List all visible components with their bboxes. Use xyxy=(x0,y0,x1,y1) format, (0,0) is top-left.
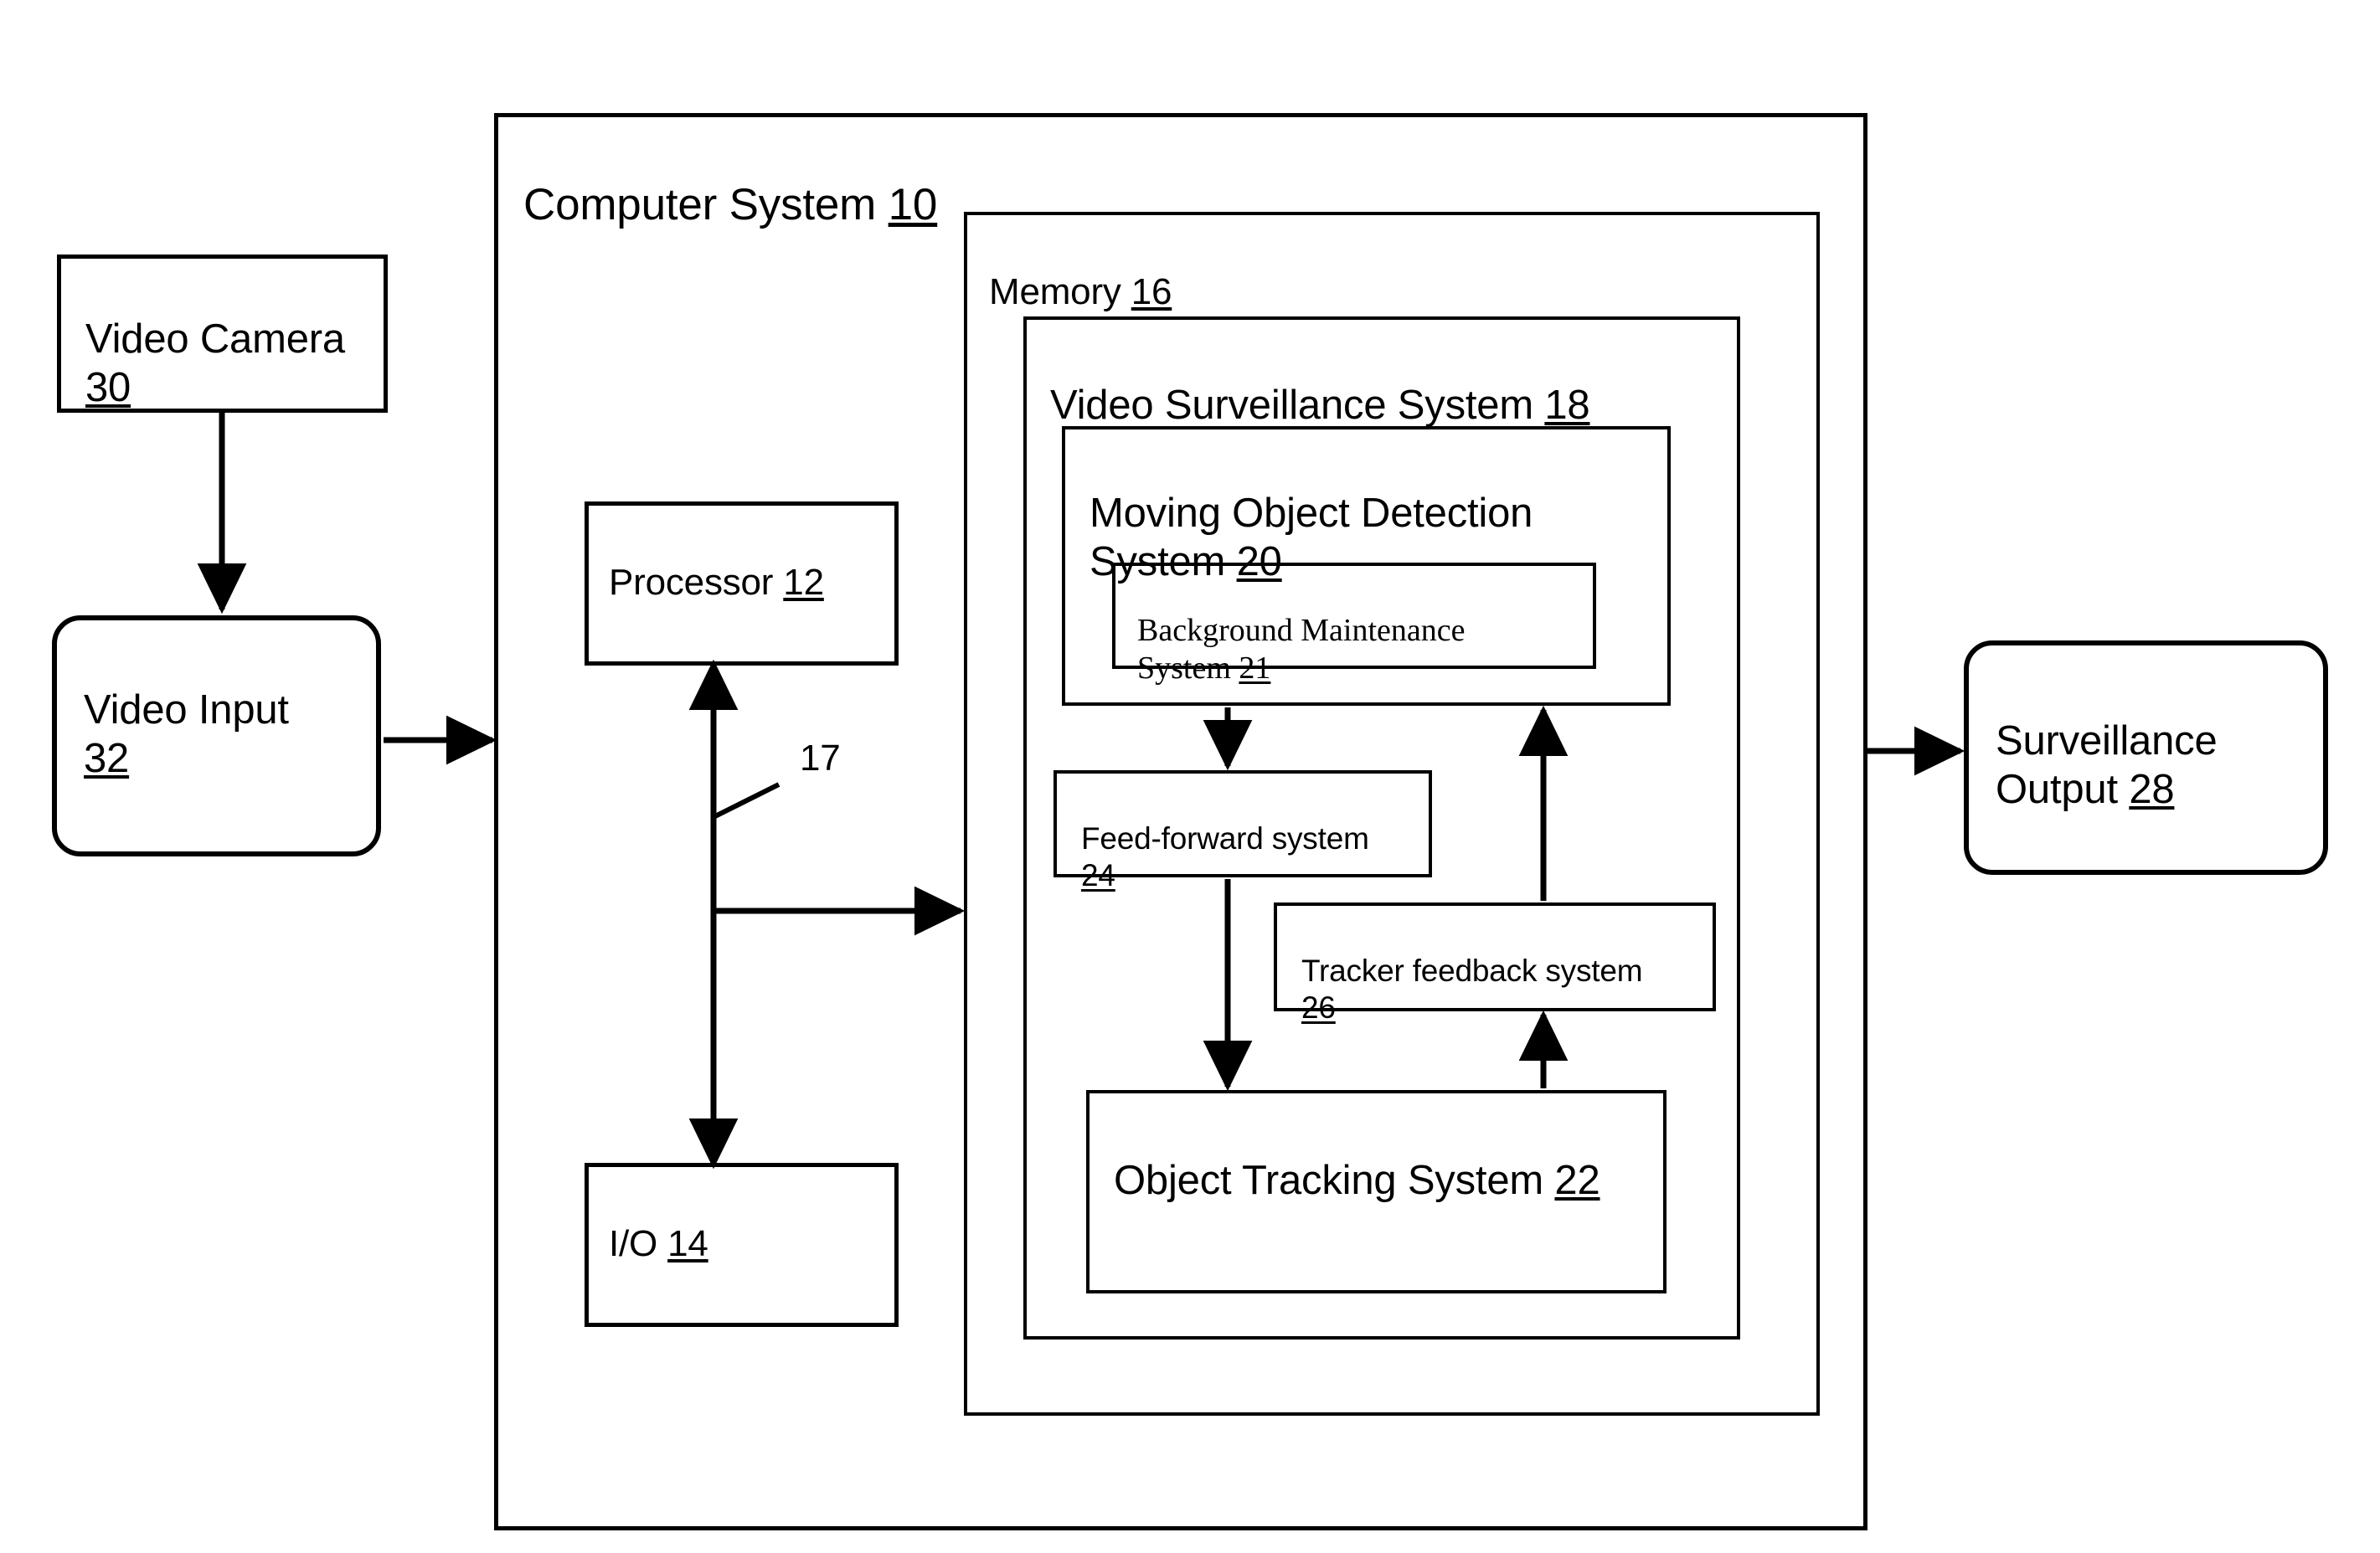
background-maintenance-system-label: Background Maintenance System 21 xyxy=(1137,613,1466,686)
moving-object-detection-system-label: Moving Object Detection System 20 xyxy=(1090,491,1533,584)
figure-canvas: Computer System 10 Video Camera 30 Video… xyxy=(0,0,2380,1553)
video-input-label: Video Input 32 xyxy=(84,687,289,781)
io-label: I/O 14 xyxy=(609,1223,708,1265)
computer-system-label: Computer System 10 xyxy=(523,180,938,229)
object-tracking-system-label: Object Tracking System 22 xyxy=(1114,1158,1600,1204)
video-surveillance-system-label: Video Surveillance System 18 xyxy=(1050,383,1590,429)
reference-numeral-17: 17 xyxy=(800,738,841,779)
feed-forward-system-label: Feed-forward system 24 xyxy=(1081,821,1369,892)
surveillance-output-label: Surveillance Output 28 xyxy=(1996,718,2218,812)
video-camera-label: Video Camera 30 xyxy=(85,316,345,410)
processor-label: Processor 12 xyxy=(609,562,824,604)
tracker-feedback-system-label: Tracker feedback system 26 xyxy=(1301,954,1643,1025)
memory-label: Memory 16 xyxy=(989,271,1172,313)
